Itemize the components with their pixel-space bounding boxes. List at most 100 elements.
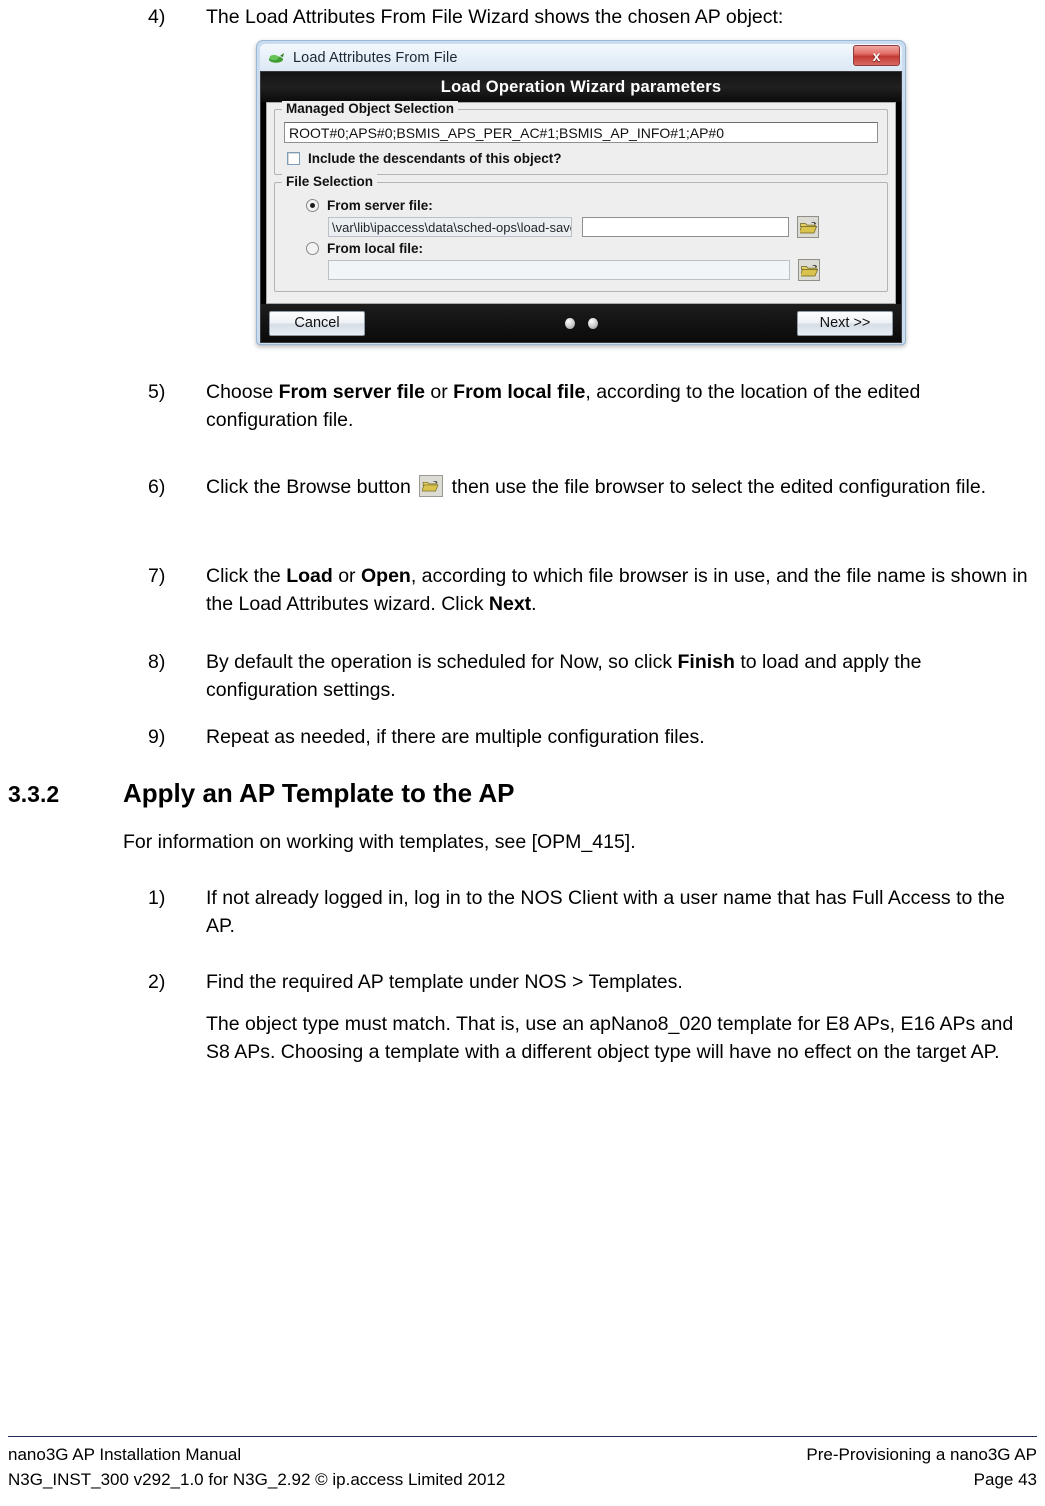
step-text: Find the required AP template under NOS … (206, 968, 1038, 996)
list-item: 7) Click the Load or Open, according to … (148, 562, 1028, 618)
step-text-part: to load and apply the (734, 651, 922, 673)
dialog-body: Load Operation Wizard parameters Managed… (260, 71, 902, 343)
step-number: 5) (148, 381, 166, 403)
section-intro-text: For information on working with template… (123, 831, 636, 853)
step-text: By default the operation is scheduled fo… (206, 648, 1038, 704)
dialog-button-bar: Cancel Next >> (261, 304, 901, 342)
wizard-step-dots (365, 317, 797, 329)
cancel-button[interactable]: Cancel (269, 310, 365, 336)
managed-object-input[interactable]: ROOT#0;APS#0;BSMIS_APS_PER_AC#1;BSMIS_AP… (284, 122, 878, 143)
from-local-file-label: From local file: (327, 241, 424, 256)
from-local-file-radio[interactable] (306, 242, 319, 255)
close-icon[interactable]: x (853, 45, 900, 66)
step-dot (564, 317, 575, 329)
local-path-input[interactable] (328, 260, 790, 280)
step-text-part: configuration file. (838, 476, 987, 498)
step-dot (587, 317, 598, 329)
server-filename-input[interactable] (582, 217, 789, 237)
step-text-part: By default the operation is scheduled fo… (206, 651, 678, 673)
step-text-bold: Next (488, 593, 532, 615)
include-descendants-row[interactable]: Include the descendants of this object? (284, 151, 878, 166)
document-page: 4) The Load Attributes From File Wizard … (0, 0, 1045, 1506)
list-item: 9) Repeat as needed, if there are multip… (148, 723, 1028, 751)
step-number: 6) (148, 476, 166, 498)
open-folder-icon (800, 221, 817, 234)
step-text: The Load Attributes From File Wizard sho… (206, 6, 784, 28)
section-step-note: The object type must match. That is, use… (206, 1010, 1038, 1066)
note-line: The object type must match. That is, use… (206, 1013, 896, 1035)
dialog-title: Load Attributes From File (293, 49, 458, 66)
list-item: 6) Click the Browse button then use the … (148, 473, 1028, 501)
dialog-content-panel: Managed Object Selection ROOT#0;APS#0;BS… (266, 101, 896, 304)
local-file-row (328, 259, 878, 281)
step-number: 7) (148, 565, 166, 587)
step-text-part: Click the Browse button (206, 476, 417, 498)
step-number: 8) (148, 651, 166, 673)
step-text-part: , according to the location of the edite… (585, 381, 921, 403)
dialog-screenshot: Load Attributes From File x Load Operati… (256, 40, 906, 345)
step-number: 1) (148, 887, 166, 909)
browse-button-inline-icon (419, 475, 444, 497)
step-text-part: If not already logged in, log in to the … (206, 887, 884, 909)
step-text: If not already logged in, log in to the … (206, 884, 1028, 940)
group-label: File Selection (282, 174, 378, 189)
group-label: Managed Object Selection (282, 101, 459, 116)
dialog-titlebar: Load Attributes From File x (260, 44, 902, 71)
footer-chapter-title: Pre-Provisioning a nano3G AP (806, 1445, 1037, 1464)
step-number: 9) (148, 726, 166, 748)
list-item: 4) The Load Attributes From File Wizard … (148, 3, 1028, 31)
step-text-part: , according to which file browser is in … (410, 565, 872, 587)
step-text-bold: Open (360, 565, 411, 587)
include-descendants-checkbox[interactable] (287, 152, 300, 165)
list-item: 2) Find the required AP template under N… (148, 968, 1038, 996)
next-button[interactable]: Next >> (797, 310, 893, 336)
step-number: 2) (148, 971, 166, 993)
section-number: 3.3.2 (8, 781, 60, 807)
step-text-part: Click the (206, 565, 287, 587)
footer-right: Pre-Provisioning a nano3G AP Page 43 (806, 1442, 1037, 1492)
step-text-part: configuration file. (206, 409, 354, 431)
page-title: Apply an AP Template to the AP (123, 778, 515, 808)
step-text-bold: From local file (453, 381, 586, 403)
footer-page-number: Page 43 (973, 1470, 1037, 1489)
step-text-bold: From server file (278, 381, 425, 403)
from-server-file-radio[interactable] (306, 199, 319, 212)
managed-object-selection-group: Managed Object Selection ROOT#0;APS#0;BS… (274, 101, 888, 175)
step-text: Choose From server file or From local fi… (206, 378, 1028, 434)
step-text-part: Choose (206, 381, 279, 403)
server-browse-button[interactable] (797, 216, 819, 238)
local-browse-button[interactable] (798, 259, 820, 281)
step-text: Repeat as needed, if there are multiple … (206, 726, 705, 748)
step-number: 4) (148, 6, 166, 28)
footer-left: nano3G AP Installation Manual N3G_INST_3… (8, 1442, 505, 1492)
section-heading: 3.3.2 Apply an AP Template to the AP (8, 778, 1008, 809)
step-text-bold: Load (286, 565, 333, 587)
page-footer: nano3G AP Installation Manual N3G_INST_3… (8, 1436, 1037, 1492)
list-item: 5) Choose From server file or From local… (148, 378, 1028, 434)
from-local-file-radio-row[interactable]: From local file: (306, 241, 878, 256)
server-file-row: \var\lib\ipaccess\data\sched-ops\load-sa… (328, 216, 878, 238)
step-text-part: or (424, 381, 454, 403)
file-selection-group: File Selection From server file: \var\li… (274, 174, 888, 292)
from-server-file-label: From server file: (327, 198, 433, 213)
server-path-prefix: \var\lib\ipaccess\data\sched-ops\load-sa… (328, 217, 572, 237)
footer-manual-title: nano3G AP Installation Manual (8, 1445, 242, 1464)
step-text-part: . (531, 593, 537, 615)
step-text-part: configuration settings. (206, 679, 396, 701)
step-text-bold: Finish (677, 651, 735, 673)
green-app-icon (269, 52, 284, 63)
open-folder-icon (422, 480, 439, 492)
list-item: 8) By default the operation is scheduled… (148, 648, 1038, 704)
include-descendants-label: Include the descendants of this object? (308, 151, 562, 166)
dialog-banner-title: Load Operation Wizard parameters (261, 72, 901, 102)
footer-doc-id: N3G_INST_300 v292_1.0 for N3G_2.92 © ip.… (8, 1470, 506, 1489)
step-text-part: or (332, 565, 361, 587)
note-line: effect on the target AP. (804, 1041, 1000, 1063)
open-folder-icon (801, 264, 818, 277)
list-item: 1) If not already logged in, log in to t… (148, 884, 1028, 940)
step-text-part: Find the required AP template under NOS … (206, 971, 683, 993)
step-text: Click the Load or Open, according to whi… (206, 562, 1028, 618)
from-server-file-radio-row[interactable]: From server file: (306, 198, 878, 213)
step-text-part: then use the file browser to select the … (446, 476, 834, 498)
step-text: Click the Browse button then use the fil… (206, 473, 1028, 501)
